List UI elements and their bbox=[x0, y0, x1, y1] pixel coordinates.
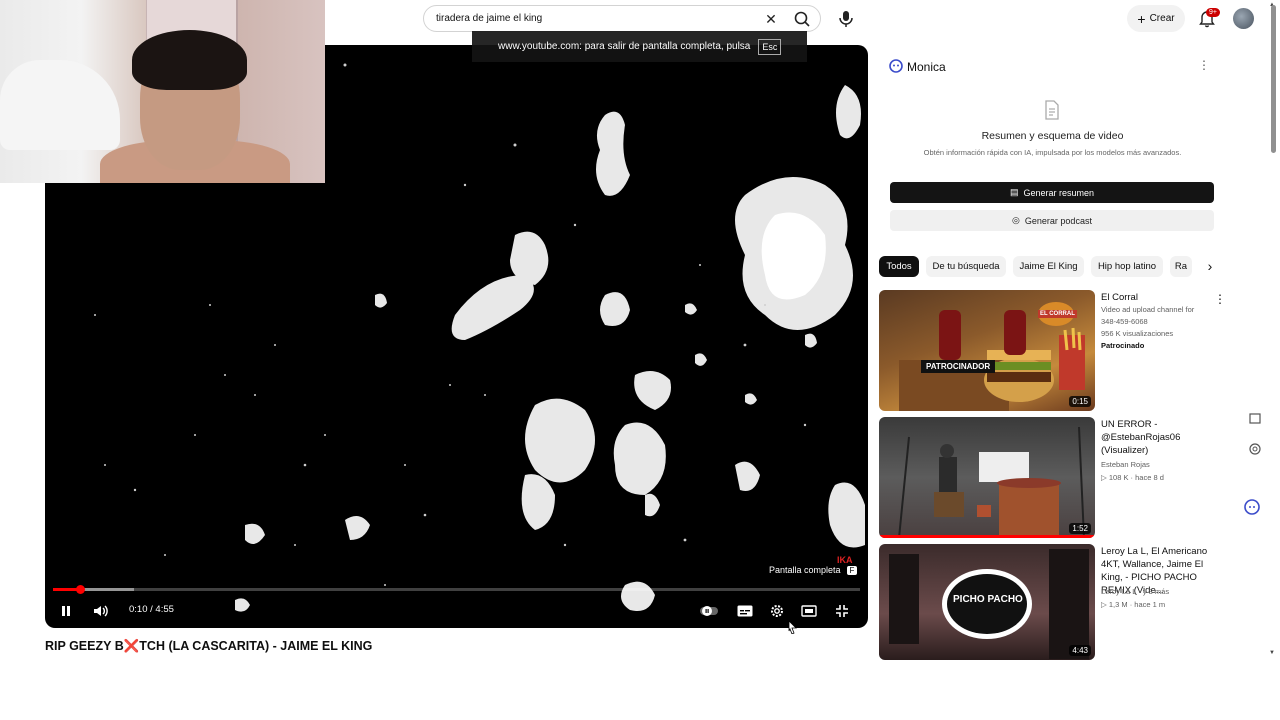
scroll-down-arrow[interactable]: ▼ bbox=[1269, 650, 1275, 656]
create-button[interactable]: + Crear bbox=[1127, 5, 1185, 32]
fullscreen-tooltip: Pantalla completa F bbox=[769, 565, 858, 575]
summary-icon: ▤ bbox=[1009, 187, 1019, 197]
rec-overlay-text: PICHO PACHO bbox=[953, 594, 1023, 605]
chip-partial[interactable]: Ra bbox=[1170, 256, 1192, 277]
generate-summary-button[interactable]: ▤ Generar resumen bbox=[890, 182, 1214, 203]
burger-image bbox=[899, 302, 1085, 411]
monica-panel: Monica ⋮ Resumen y esquema de video Obté… bbox=[880, 47, 1225, 239]
rec-thumbnail-3[interactable]: PICHO PACHO 4:43 bbox=[879, 544, 1095, 660]
theater-icon bbox=[801, 605, 817, 617]
rec-title-2[interactable]: UN ERROR - @EstebanRojas06 (Visualizer) bbox=[1101, 418, 1226, 457]
voice-search-button[interactable] bbox=[834, 7, 858, 31]
webcam-shirt bbox=[0, 60, 120, 150]
gear-icon bbox=[771, 605, 783, 617]
rec-thumbnail-2[interactable]: 1:52 bbox=[879, 417, 1095, 538]
rec-sponsored: Patrocinado bbox=[1101, 341, 1145, 350]
chip-de-tu-busqueda[interactable]: De tu búsqueda bbox=[926, 256, 1006, 277]
clear-search-button[interactable]: ✕ bbox=[762, 10, 780, 28]
search-input[interactable]: tiradera de jaime el king bbox=[436, 13, 542, 24]
generate-podcast-button[interactable]: ◎ Generar podcast bbox=[890, 210, 1214, 231]
autoplay-toggle[interactable] bbox=[698, 600, 720, 622]
exit-fullscreen-button[interactable] bbox=[831, 600, 853, 622]
theater-mode-button[interactable] bbox=[798, 600, 820, 622]
chevron-right-icon[interactable]: › bbox=[1200, 257, 1220, 277]
rec-thumbnail-1[interactable]: EL CORRAL PATROCINADOR 0:15 bbox=[879, 290, 1095, 411]
pause-button[interactable] bbox=[55, 600, 77, 622]
search-icon bbox=[794, 11, 810, 27]
summary-description: Obtén información rápida con IA, impulsa… bbox=[923, 148, 1182, 157]
generate-podcast-label: Generar podcast bbox=[1024, 215, 1092, 226]
settings-button[interactable] bbox=[766, 600, 788, 622]
rec-title-1[interactable]: El Corral bbox=[1101, 291, 1226, 304]
avatar[interactable] bbox=[1233, 8, 1254, 29]
rec-overlay-text: PATROCINADOR bbox=[921, 360, 996, 373]
chip-todos[interactable]: Todos bbox=[879, 256, 919, 277]
rec-meta-2b: ▷ 108 K · hace 8 d bbox=[1101, 473, 1164, 482]
summary-title: Resumen y esquema de video bbox=[981, 130, 1124, 142]
tooltip-key: F bbox=[846, 565, 858, 575]
podcast-icon: ◎ bbox=[1012, 215, 1020, 225]
monica-title: Monica bbox=[907, 60, 946, 74]
volume-icon bbox=[94, 605, 108, 617]
toast-key: Esc bbox=[758, 38, 782, 55]
progress-bar[interactable] bbox=[53, 585, 860, 594]
chip-hip-hop-latino[interactable]: Hip hop latino bbox=[1091, 256, 1163, 277]
rail-icons bbox=[1244, 413, 1261, 515]
mouse-cursor-icon bbox=[788, 620, 797, 634]
rec-brand: EL CORRAL bbox=[1038, 310, 1077, 318]
webcam-hair bbox=[132, 30, 247, 90]
notification-badge: 9+ bbox=[1206, 8, 1220, 17]
webcam-overlay bbox=[0, 0, 325, 183]
rec-meta-1c: 956 K visualizaciones bbox=[1101, 329, 1174, 338]
fullscreen-exit-toast: www.youtube.com: para salir de pantalla … bbox=[472, 31, 807, 62]
volume-button[interactable] bbox=[89, 600, 111, 622]
pause-icon bbox=[62, 606, 70, 616]
subtitles-icon bbox=[737, 605, 753, 617]
rec-meta-1a: Video ad upload channel for bbox=[1101, 305, 1195, 314]
subtitles-button[interactable] bbox=[734, 600, 756, 622]
extension-rail bbox=[1240, 410, 1270, 520]
duration-badge: 4:43 bbox=[1069, 645, 1091, 656]
studio-image bbox=[898, 426, 1085, 538]
rec-meta-2a: Esteban Rojas bbox=[1101, 460, 1150, 469]
search-bar[interactable]: tiradera de jaime el king ✕ bbox=[423, 5, 821, 32]
video-title: RIP GEEZY B❌TCH (LA CASCARITA) - JAIME E… bbox=[45, 639, 373, 653]
time-display: 0:10 / 4:55 bbox=[129, 604, 174, 615]
chip-jaime-el-king[interactable]: Jaime El King bbox=[1013, 256, 1084, 277]
document-icon bbox=[1045, 100, 1059, 120]
autoplay-icon bbox=[700, 606, 718, 616]
generate-summary-label: Generar resumen bbox=[1023, 187, 1095, 198]
duration-badge: 1:52 bbox=[1069, 523, 1091, 534]
more-options-icon[interactable]: ⋮ bbox=[1198, 58, 1210, 72]
watched-bar bbox=[879, 535, 1095, 538]
plus-icon: + bbox=[1137, 10, 1146, 27]
create-label: Crear bbox=[1149, 13, 1175, 24]
video-corner-label: IKA bbox=[837, 555, 853, 565]
rec-meta-3a: Leroy La L · y 3 más bbox=[1101, 587, 1170, 596]
toast-text: www.youtube.com: para salir de pantalla … bbox=[498, 41, 751, 52]
exit-fullscreen-icon bbox=[836, 605, 848, 617]
rec-meta-1b: 348-459-6068 bbox=[1101, 317, 1148, 326]
monica-logo-icon bbox=[889, 59, 903, 73]
tooltip-label: Pantalla completa bbox=[769, 565, 841, 575]
rec-meta-3b: ▷ 1,3 M · hace 1 m bbox=[1101, 600, 1166, 609]
search-button[interactable] bbox=[792, 9, 812, 29]
microphone-icon bbox=[839, 11, 853, 27]
scrollbar-thumb[interactable] bbox=[1271, 5, 1276, 153]
duration-badge: 0:15 bbox=[1069, 396, 1091, 407]
